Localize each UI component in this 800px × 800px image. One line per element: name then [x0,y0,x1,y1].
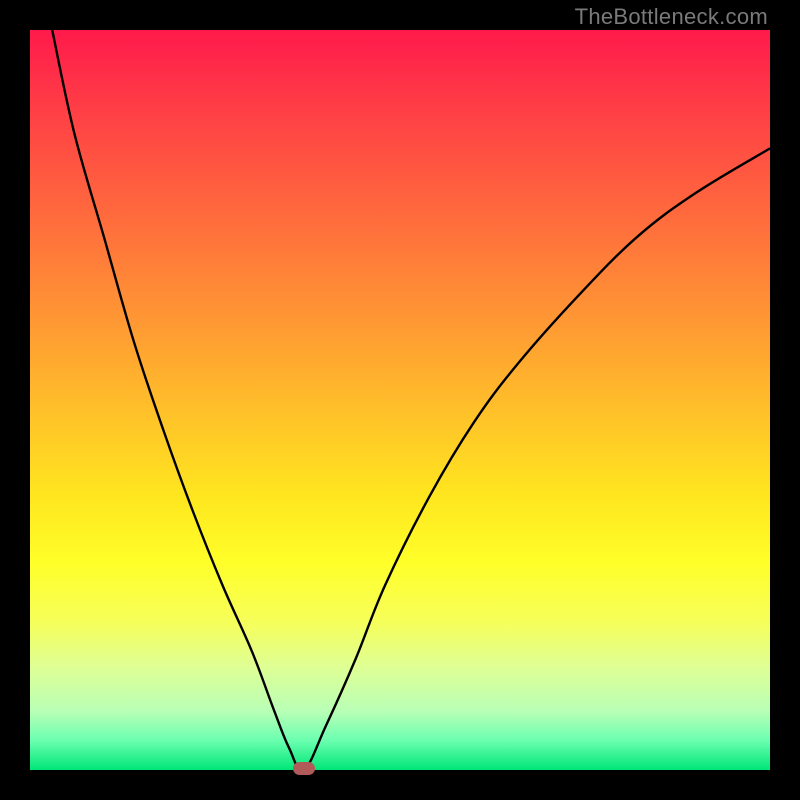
bottleneck-curve [30,30,770,770]
chart-frame: TheBottleneck.com [0,0,800,800]
min-point-marker [293,762,315,775]
watermark-text: TheBottleneck.com [575,4,768,30]
curve-path [52,30,770,771]
